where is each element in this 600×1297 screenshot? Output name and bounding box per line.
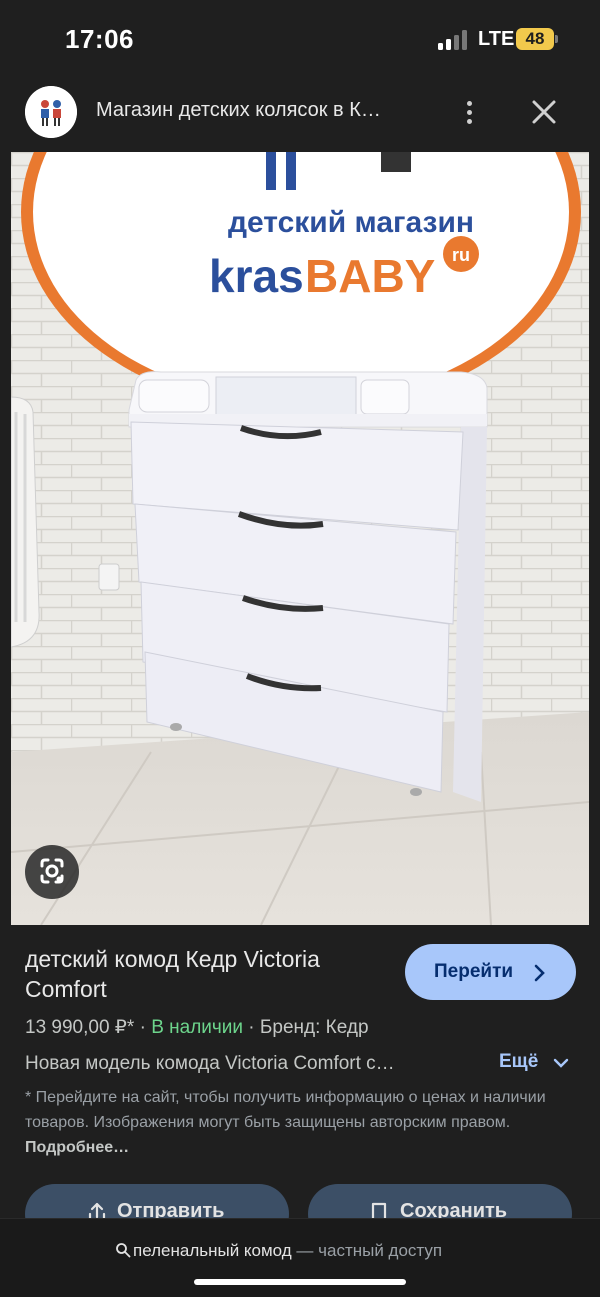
battery-nub [555, 35, 558, 43]
network-type: LTE [478, 28, 515, 50]
sign-tagline: детский магазин [228, 206, 474, 239]
query-text: пеленальный комод [133, 1241, 292, 1260]
visit-button-label: Перейти [434, 961, 514, 982]
disclaimer-text: * Перейдите на сайт, чтобы получить инфо… [25, 1089, 546, 1131]
details-link[interactable]: Подробнее… [25, 1139, 129, 1156]
chevron-right-icon [534, 964, 545, 982]
search-query[interactable]: пеленальный комод — частный доступ [115, 1241, 442, 1261]
signal-icon [438, 30, 470, 50]
sign-brand-ru: ru [452, 245, 470, 265]
chevron-down-icon [553, 1058, 569, 1068]
product-title[interactable]: детский комод Кедр Victoria Comfort [25, 944, 395, 1004]
sign-brand-baby: BABY [305, 250, 435, 302]
home-indicator[interactable] [194, 1279, 406, 1285]
battery-icon: 48 [516, 28, 554, 50]
more-vert-icon[interactable] [455, 92, 485, 132]
page-header: Магазин детских колясок в К… [0, 72, 600, 152]
wall-outlet [98, 563, 120, 591]
meta-separator: · [134, 1017, 152, 1038]
brand: Бренд: Кедр [259, 1017, 369, 1038]
sign-brand-kras: kras [209, 250, 304, 302]
more-button[interactable]: Ещё [499, 1051, 569, 1073]
site-favicon[interactable] [25, 86, 77, 138]
search-icon [116, 1243, 131, 1258]
status-bar: 17:06 LTE 48 [0, 0, 600, 72]
private-mode-label: — частный доступ [291, 1241, 443, 1260]
visit-button[interactable]: Перейти [405, 944, 576, 1000]
product-meta: 13 990,00 ₽* · В наличии · Бренд: Кедр [25, 1016, 369, 1039]
copyright-disclaimer: * Перейдите на сайт, чтобы получить инфо… [25, 1085, 570, 1160]
product-image[interactable]: детский магазин kras BABY ru [11, 152, 589, 925]
google-lens-icon [40, 858, 64, 884]
site-title[interactable]: Магазин детских колясок в К… [96, 99, 426, 122]
address-bar[interactable]: пеленальный комод — частный доступ [0, 1218, 600, 1297]
google-lens-button[interactable] [25, 845, 79, 899]
product-description: Новая модель комода Victoria Comfort с… [25, 1053, 395, 1074]
meta-separator: · [243, 1017, 260, 1038]
close-icon[interactable] [524, 92, 564, 132]
product-photo: детский магазин kras BABY ru [11, 152, 589, 925]
more-label: Ещё [499, 1051, 539, 1072]
price: 13 990,00 ₽* [25, 1017, 135, 1038]
status-time: 17:06 [65, 24, 134, 54]
site-logo-icon [25, 86, 77, 138]
stock-status: В наличии [151, 1017, 244, 1038]
